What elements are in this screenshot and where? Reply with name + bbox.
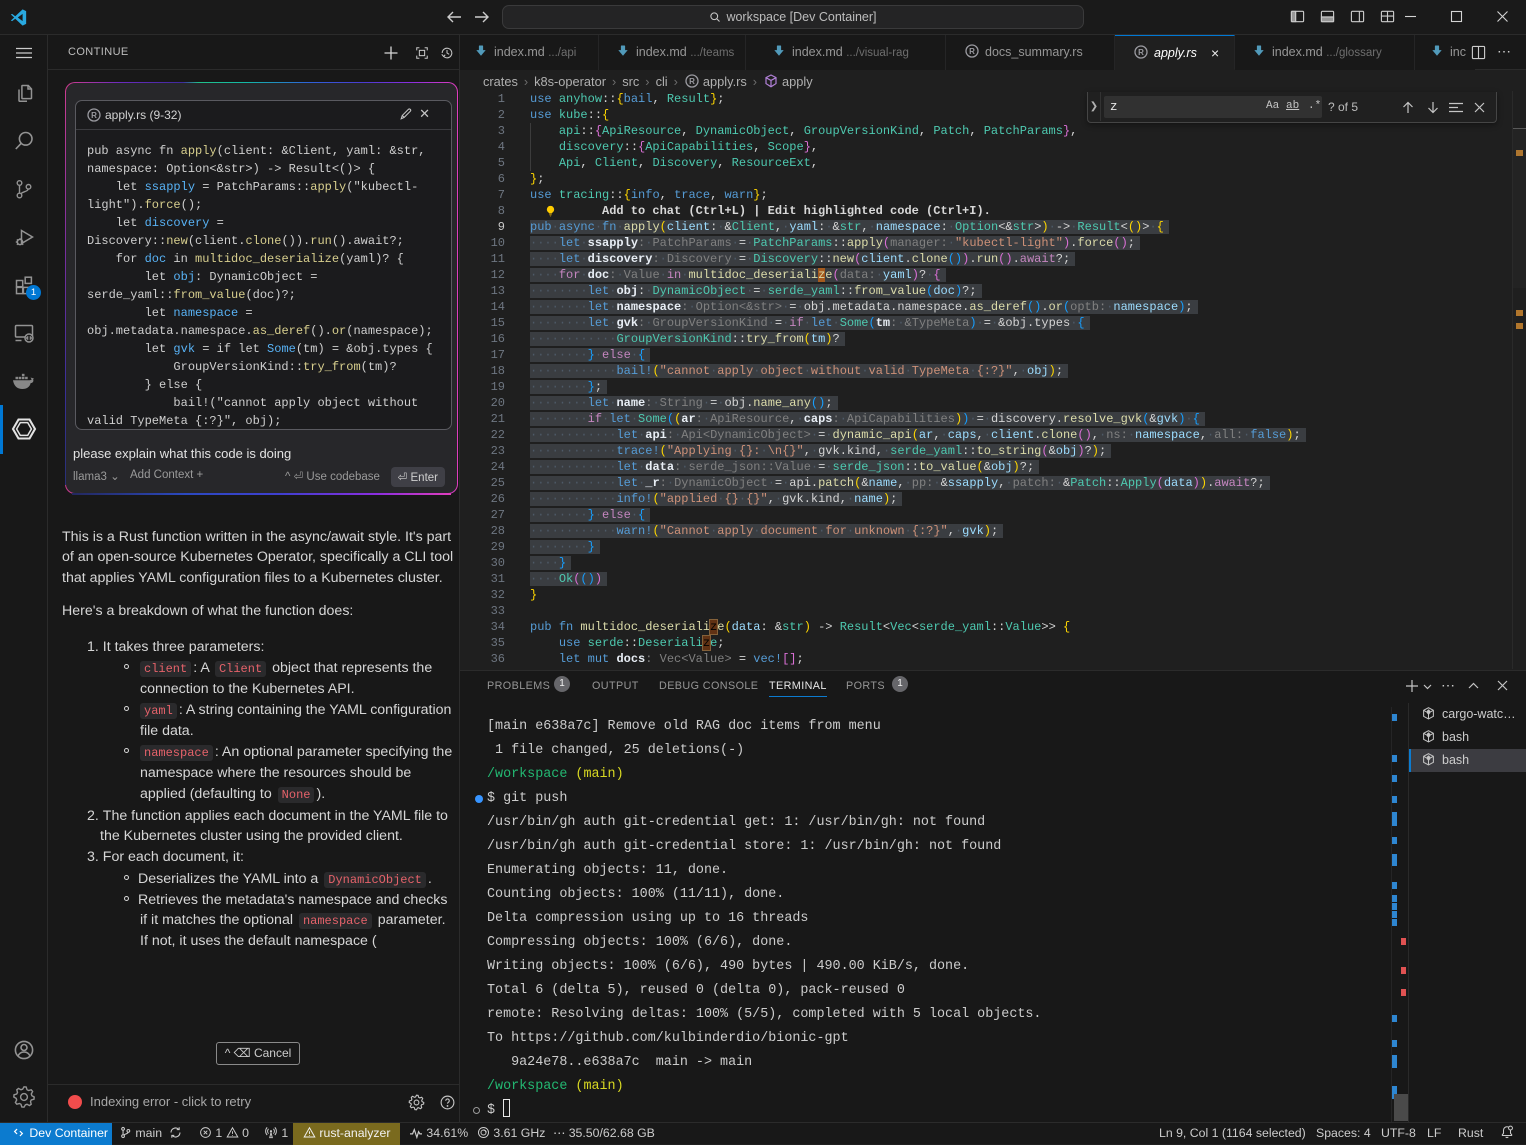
svg-text:R: R xyxy=(1138,48,1144,57)
svg-text:$: $ xyxy=(1427,756,1430,761)
svg-text:R: R xyxy=(969,47,975,56)
svg-text:$: $ xyxy=(1427,733,1430,738)
svg-text:$: $ xyxy=(1427,710,1430,715)
svg-text:R: R xyxy=(689,77,695,86)
